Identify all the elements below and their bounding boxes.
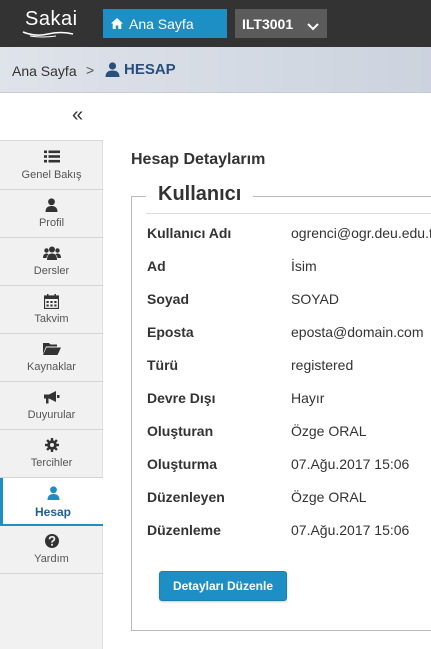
list-icon [0, 150, 103, 164]
detail-label: Eposta [147, 324, 194, 340]
site-label: ILT3001 [242, 15, 294, 32]
tool-item-genel-bakis[interactable]: Genel Bakış [0, 142, 103, 190]
breadcrumb-home-link[interactable]: Ana Sayfa [12, 63, 77, 79]
bullhorn-icon [0, 390, 103, 404]
detail-label: Soyad [147, 291, 190, 307]
home-site-button[interactable]: Ana Sayfa [103, 9, 227, 38]
detail-value: İsim [291, 258, 317, 274]
page-title: Hesap Detaylarım [131, 151, 266, 168]
detail-label: Türü [147, 357, 179, 373]
home-site-label: Ana Sayfa [129, 15, 194, 32]
gear-icon [0, 438, 103, 452]
tool-item-kaynaklar[interactable]: Kaynaklar [0, 334, 103, 382]
detail-value: registered [291, 357, 354, 373]
tool-item-label: Tercihler [30, 457, 73, 469]
detail-value: eposta@domain.com [291, 324, 424, 340]
collapse-menu-button[interactable]: « [0, 94, 103, 141]
folder-open-icon [0, 342, 103, 356]
user-icon [0, 198, 103, 212]
question-icon [0, 534, 103, 548]
tool-item-dersler[interactable]: Dersler [0, 238, 103, 286]
edit-details-button[interactable]: Detayları Düzenle [159, 571, 287, 601]
user-icon [105, 62, 120, 77]
logo-text: Sakai [25, 8, 78, 30]
tool-item-profil[interactable]: Profil [0, 190, 103, 238]
detail-value: 07.Ağu.2017 15:06 [291, 522, 410, 538]
legend-divider [146, 213, 431, 214]
chevron-down-icon [307, 18, 319, 34]
tool-item-label: Kaynaklar [27, 361, 76, 373]
detail-value: Özge ORAL [291, 489, 367, 505]
detail-label: Kullanıcı Adı [147, 225, 232, 241]
tool-item-label: Duyurular [27, 409, 76, 421]
tool-item-tercihler[interactable]: Tercihler [0, 430, 103, 478]
detail-value: SOYAD [291, 291, 339, 307]
tool-item-hesap[interactable]: Hesap [0, 478, 103, 526]
tool-item-takvim[interactable]: Takvim [0, 286, 103, 334]
tool-item-label: Hesap [34, 505, 72, 519]
tool-item-label: Genel Bakış [21, 169, 82, 181]
tool-item-duyurular[interactable]: Duyurular [0, 382, 103, 430]
tool-item-label: Takvim [34, 313, 69, 325]
site-dropdown-button[interactable]: ILT3001 [235, 9, 327, 38]
breadcrumb-separator: > [86, 62, 95, 78]
double-chevron-left-icon: « [72, 104, 84, 126]
fieldset-legend: Kullanıcı [146, 183, 254, 206]
tool-item-label: Yardım [34, 553, 69, 565]
detail-label: Devre Dışı [147, 390, 216, 406]
detail-label: Düzenleyen [147, 489, 225, 505]
breadcrumb: Ana Sayfa > HESAP [0, 47, 431, 93]
detail-value: 07.Ağu.2017 15:06 [291, 456, 410, 472]
detail-label: Oluşturan [147, 423, 214, 439]
sakai-logo[interactable]: Sakai [0, 0, 103, 47]
logo-swoosh-icon [22, 31, 74, 38]
detail-value: Hayır [291, 390, 325, 406]
top-navigation-bar: Sakai Ana Sayfa ILT3001 [0, 0, 431, 47]
breadcrumb-current-label: HESAP [124, 61, 176, 78]
tool-item-yardim[interactable]: Yardım [0, 526, 103, 574]
tool-item-label: Dersler [33, 265, 70, 277]
tool-item-label: Profil [38, 217, 65, 229]
detail-value: Özge ORAL [291, 423, 367, 439]
detail-label: Ad [147, 258, 166, 274]
home-icon [111, 18, 123, 29]
tool-menu: « Genel Bakış Profil Dersler Takvim Kayn… [0, 94, 103, 649]
detail-label: Düzenleme [147, 522, 221, 538]
breadcrumb-current: HESAP [105, 61, 176, 78]
detail-value: ogrenci@ogr.deu.edu.tr [291, 225, 431, 241]
user-details-fieldset: Kullanıcı Kullanıcı Adı ogrenci@ogr.deu.… [131, 183, 431, 631]
main-content: Hesap Detaylarım Kullanıcı Kullanıcı Adı… [104, 94, 431, 649]
user-icon [3, 486, 103, 500]
users-icon [0, 246, 103, 260]
detail-label: Oluşturma [147, 456, 218, 472]
calendar-icon [0, 294, 103, 309]
